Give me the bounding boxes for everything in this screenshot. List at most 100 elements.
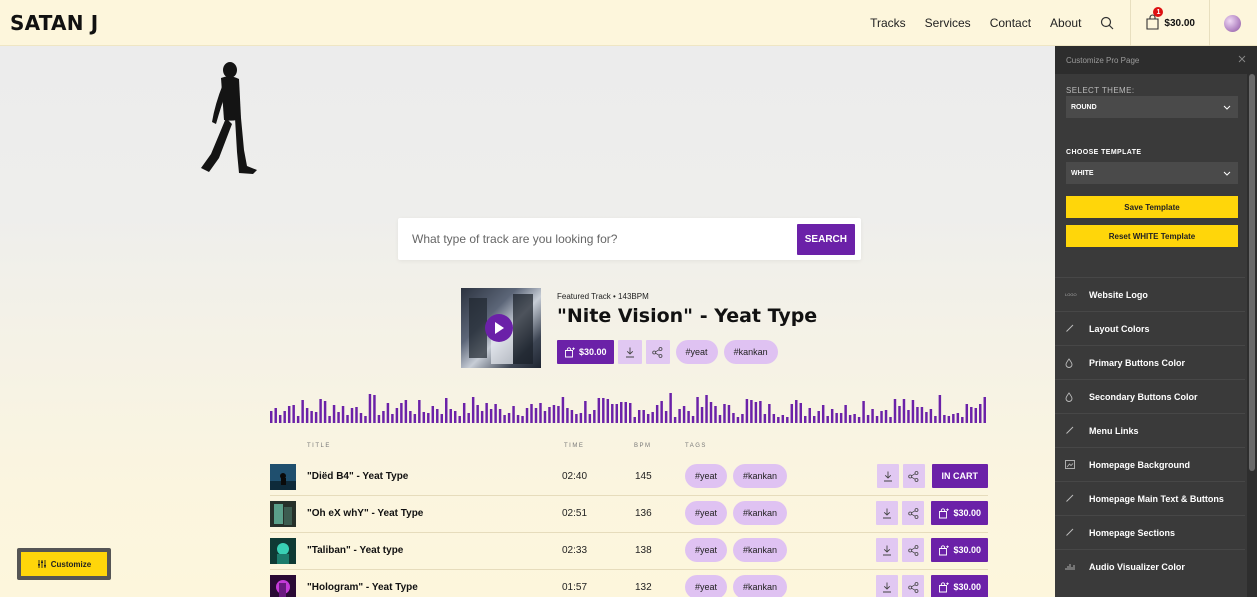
panel-scrollbar-thumb[interactable] [1249, 74, 1255, 471]
panel-item-secondary-buttons-color[interactable]: Secondary Buttons Color [1055, 379, 1245, 413]
customize-label: Customize [50, 559, 92, 569]
in-cart-button[interactable]: IN CART [931, 464, 988, 488]
panel-item-label: Website Logo [1089, 289, 1148, 300]
waveform-bar [705, 395, 708, 423]
avatar[interactable] [1224, 14, 1241, 32]
download-button[interactable] [876, 501, 899, 525]
nav-link-contact[interactable]: Contact [990, 16, 1031, 30]
theme-select[interactable]: ROUND [1066, 96, 1238, 118]
track-time: 02:33 [562, 545, 588, 556]
search-input[interactable]: What type of track are you looking for? [412, 232, 617, 246]
nav-link-services[interactable]: Services [925, 16, 971, 30]
chevron-down-icon [1223, 171, 1231, 176]
nav-link-tracks[interactable]: Tracks [870, 16, 906, 30]
share-button[interactable] [902, 575, 925, 597]
buy-button[interactable]: $30.00 [931, 501, 988, 525]
track-tags: #yeat #kankan [685, 501, 788, 525]
track-tag[interactable]: #kankan [733, 538, 788, 562]
track-thumbnail [270, 538, 296, 564]
waveform-bar [664, 411, 668, 423]
bars-icon [1065, 562, 1086, 571]
share-button[interactable] [902, 538, 925, 562]
track-tag[interactable]: #yeat [685, 501, 728, 525]
download-button[interactable] [876, 464, 899, 488]
save-template-button[interactable]: Save Template [1066, 196, 1238, 218]
play-icon[interactable] [485, 314, 513, 342]
waveform-bar [862, 401, 865, 423]
track-tag[interactable]: #yeat [685, 464, 728, 488]
track-bpm: 132 [635, 582, 652, 593]
reset-template-button[interactable]: Reset WHITE Template [1066, 225, 1238, 247]
cart-button[interactable]: 1 $30.00 [1131, 7, 1209, 31]
track-tag[interactable]: #kankan [733, 575, 788, 597]
waveform-bar [422, 412, 426, 423]
close-icon[interactable] [1238, 55, 1246, 65]
buy-button[interactable]: $30.00 [931, 575, 988, 597]
track-tag[interactable]: #yeat [685, 538, 728, 562]
download-button[interactable] [876, 538, 899, 562]
featured-title[interactable]: "Nite Vision" - Yeat Type [557, 305, 817, 327]
track-tags: #yeat #kankan [685, 464, 788, 488]
buy-button[interactable]: $30.00 [931, 538, 988, 562]
table-row[interactable]: "Oh eX whY" - Yeat Type 02:51 136 #yeat … [270, 496, 988, 532]
brand-logo[interactable]: SATAN J [10, 11, 98, 35]
waveform-bar [449, 409, 452, 423]
waveform-bar [691, 416, 695, 423]
waveform-bar [597, 398, 601, 423]
panel-item-audio-visualizer-color[interactable]: Audio Visualizer Color [1055, 549, 1245, 583]
waveform-bar [651, 412, 654, 423]
waveform-bar [409, 411, 412, 423]
waveform-bar [593, 410, 596, 423]
waveform-bar [404, 400, 408, 423]
panel-item-layout-colors[interactable]: Layout Colors [1055, 311, 1245, 345]
waveform-bar [561, 397, 565, 423]
track-title[interactable]: "Taliban" - Yeat type [307, 545, 403, 556]
featured-share-button[interactable] [645, 340, 670, 364]
table-row[interactable]: "Diëd B4" - Yeat Type 02:40 145 #yeat #k… [270, 459, 988, 495]
template-select[interactable]: WHITE [1066, 162, 1238, 184]
table-row[interactable]: "Hologram" - Yeat Type 01:57 132 #yeat #… [270, 570, 988, 597]
track-title[interactable]: "Diëd B4" - Yeat Type [307, 471, 408, 482]
waveform-bar [812, 416, 816, 423]
search-button[interactable]: SEARCH [796, 223, 855, 255]
featured-tag[interactable]: #yeat [675, 340, 718, 364]
search-icon[interactable] [1100, 15, 1116, 31]
featured-download-button[interactable] [617, 340, 642, 364]
track-title[interactable]: "Oh eX whY" - Yeat Type [307, 508, 423, 519]
waveform-bar [462, 403, 466, 423]
waveform-bar [270, 411, 273, 423]
customize-button-inner[interactable]: Customize [21, 552, 107, 576]
waveform-bar [391, 414, 394, 423]
waveform-bar [925, 412, 928, 423]
panel-item-website-logo[interactable]: LOGO Website Logo [1055, 277, 1245, 311]
track-tag[interactable]: #kankan [733, 501, 788, 525]
featured-tag[interactable]: #kankan [723, 340, 778, 364]
panel-item-homepage-main-text[interactable]: Homepage Main Text & Buttons [1055, 481, 1245, 515]
track-tag[interactable]: #kankan [733, 464, 788, 488]
waveform-bar [916, 407, 919, 423]
customize-button[interactable]: Customize [17, 548, 111, 580]
panel-item-primary-buttons-color[interactable]: Primary Buttons Color [1055, 345, 1245, 379]
audio-waveform[interactable] [270, 389, 988, 423]
featured-cover-art[interactable] [461, 288, 541, 368]
waveform-bar [453, 411, 457, 423]
table-row[interactable]: "Taliban" - Yeat type 02:33 138 #yeat #k… [270, 533, 988, 569]
track-bpm: 136 [635, 508, 652, 519]
waveform-bar [929, 409, 933, 423]
panel-item-homepage-background[interactable]: Homepage Background [1055, 447, 1245, 481]
panel-scrollbar[interactable] [1247, 74, 1257, 597]
track-tag[interactable]: #yeat [685, 575, 728, 597]
share-button[interactable] [902, 464, 925, 488]
track-title[interactable]: "Hologram" - Yeat Type [307, 582, 418, 593]
column-header-tags: TAGS [685, 443, 707, 449]
panel-item-menu-links[interactable]: Menu Links [1055, 413, 1245, 447]
share-button[interactable] [902, 501, 925, 525]
panel-item-homepage-sections[interactable]: Homepage Sections [1055, 515, 1245, 549]
nav-divider [1209, 0, 1210, 46]
waveform-bar [445, 398, 448, 423]
download-button[interactable] [876, 575, 899, 597]
nav-link-about[interactable]: About [1050, 16, 1081, 30]
add-to-cart-icon [565, 346, 575, 357]
featured-buy-button[interactable]: $30.00 [557, 340, 614, 364]
waveform-bar [678, 409, 681, 423]
